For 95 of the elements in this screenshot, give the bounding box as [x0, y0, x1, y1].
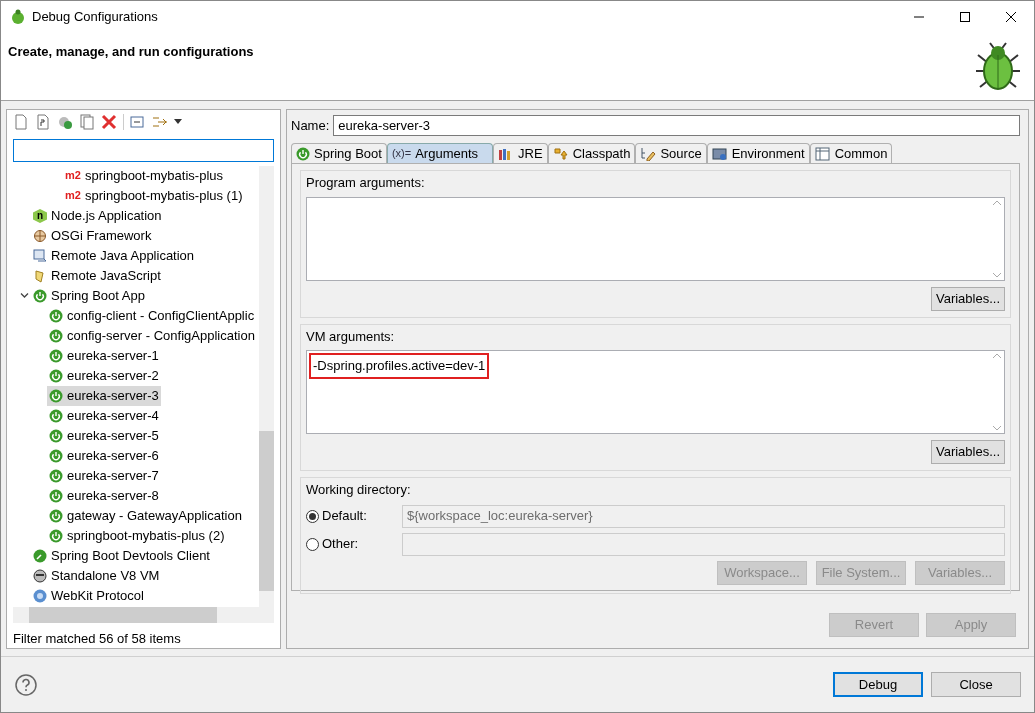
power-icon: [296, 146, 310, 161]
wrench-icon: [33, 548, 47, 563]
collapse-icon[interactable]: [130, 113, 146, 130]
directory-field[interactable]: [402, 532, 1005, 556]
tree-item[interactable]: gateway - GatewayApplication: [47, 505, 244, 526]
tree-item[interactable]: eureka-server-3: [47, 385, 161, 406]
maven-label: m2: [65, 190, 81, 202]
dialog-heading: Create, manage, and run configurations: [8, 43, 254, 61]
radio-button[interactable]: [306, 509, 319, 523]
monitor-icon: [33, 248, 47, 263]
scroll-down-icon[interactable]: [992, 426, 1001, 431]
copy-icon[interactable]: [79, 113, 95, 130]
tree-item[interactable]: n Node.js Application: [31, 205, 164, 226]
tree-item[interactable]: Remote JavaScript: [31, 265, 163, 286]
radio-button[interactable]: [306, 537, 319, 551]
tab[interactable]: Environment: [706, 143, 810, 163]
tree-item[interactable]: eureka-server-5: [47, 425, 161, 446]
tree-item[interactable]: OSGi Framework: [31, 225, 154, 246]
filter-field[interactable]: [13, 138, 274, 162]
tree-item[interactable]: Spring Boot Devtools Client: [31, 545, 212, 566]
new-file-icon[interactable]: [13, 113, 29, 130]
table-icon: [814, 146, 831, 161]
variables-button[interactable]: Variables...: [931, 286, 1005, 311]
window-title: Debug Configurations: [32, 8, 158, 27]
new-prototype-icon[interactable]: [35, 113, 51, 130]
power-icon: [49, 508, 63, 523]
tree-item[interactable]: eureka-server-7: [47, 465, 161, 486]
arrows-icon: [552, 146, 569, 161]
argument-text: -Dspring.profiles.active=dev-1: [309, 353, 490, 379]
hexagon-badge: n: [33, 208, 47, 223]
power-icon: [33, 288, 47, 303]
variable-icon: (x)=: [391, 145, 412, 162]
bug-icon: [10, 9, 26, 25]
power-icon: [49, 468, 63, 483]
tree-item[interactable]: Remote Java Application: [31, 245, 197, 266]
tree-item[interactable]: Standalone V8 VM: [31, 565, 162, 586]
globe-icon: [33, 588, 47, 603]
scroll-up-icon[interactable]: [992, 199, 1001, 205]
text-area[interactable]: -Dspring.profiles.active=dev-1: [306, 350, 1005, 434]
text-area[interactable]: [306, 196, 1005, 281]
tree-item[interactable]: config-server - ConfigApplication: [47, 325, 257, 346]
variables-button[interactable]: Variables...: [931, 440, 1005, 464]
tab[interactable]: Classpath: [547, 143, 636, 163]
crosshair-icon: [33, 228, 47, 243]
scroll-icon: [33, 268, 47, 283]
delete-icon[interactable]: [101, 113, 117, 130]
tree-item[interactable]: eureka-server-2: [47, 365, 161, 386]
directory-field[interactable]: ${workspace_loc:eureka-server}: [402, 504, 1005, 528]
tree-item[interactable]: eureka-server-1: [47, 345, 161, 366]
group-label: Program arguments:: [306, 174, 426, 192]
tree-item[interactable]: m2 springboot-mybatis-plus: [63, 165, 225, 186]
power-icon: [49, 308, 63, 323]
scroll-down-icon[interactable]: [992, 272, 1001, 278]
tree-item[interactable]: Spring Boot App: [31, 285, 147, 306]
vertical-scrollbar[interactable]: [259, 165, 274, 607]
scroll-up-icon[interactable]: [992, 353, 1001, 358]
tree-item[interactable]: springboot-mybatis-plus (2): [47, 525, 227, 546]
tree-item[interactable]: WebKit Protocol: [31, 585, 146, 606]
power-icon: [49, 408, 63, 423]
radio-label: Other:: [322, 535, 359, 554]
power-icon: [49, 528, 63, 543]
power-icon: [49, 488, 63, 503]
tree-item[interactable]: m2 springboot-mybatis-plus (1): [63, 185, 245, 206]
tree-item[interactable]: eureka-server-6: [47, 445, 161, 466]
power-icon: [49, 368, 63, 383]
radio-label: Default:: [322, 507, 367, 526]
power-icon: [49, 388, 63, 403]
dialog-button[interactable]: Debug: [833, 672, 923, 697]
maximize-icon: [960, 12, 970, 22]
power-icon: [49, 428, 63, 443]
name-label: Name:: [291, 116, 330, 135]
maven-label: m2: [65, 170, 81, 182]
dropdown-caret-icon[interactable]: [174, 119, 182, 125]
help-icon[interactable]: [15, 673, 37, 696]
power-icon: [49, 448, 63, 463]
tab[interactable]: Spring Boot: [291, 143, 387, 163]
tab[interactable]: Common: [809, 143, 893, 163]
tab[interactable]: Source: [635, 143, 707, 163]
horizontal-scrollbar[interactable]: [13, 606, 274, 623]
tree-item[interactable]: eureka-server-8: [47, 485, 161, 506]
tree-item[interactable]: eureka-server-4: [47, 405, 161, 426]
power-icon: [49, 348, 63, 363]
dialog-button[interactable]: Close: [931, 672, 1021, 697]
tab[interactable]: JRE: [493, 143, 548, 163]
close-icon: [1006, 12, 1016, 22]
power-icon: [49, 328, 63, 343]
group-label: Working directory:: [306, 481, 412, 499]
pencil-icon: [640, 146, 657, 161]
tab[interactable]: (x)= Arguments: [386, 143, 494, 163]
group-label: VM arguments:: [306, 327, 396, 346]
filter-status: Filter matched 56 of 58 items: [13, 629, 182, 648]
name-field[interactable]: eureka-server-3: [333, 115, 1020, 136]
window-icon: [711, 146, 728, 161]
chevron-down-icon[interactable]: [19, 291, 29, 301]
tree-item[interactable]: config-client - ConfigClientApplic: [47, 305, 257, 326]
